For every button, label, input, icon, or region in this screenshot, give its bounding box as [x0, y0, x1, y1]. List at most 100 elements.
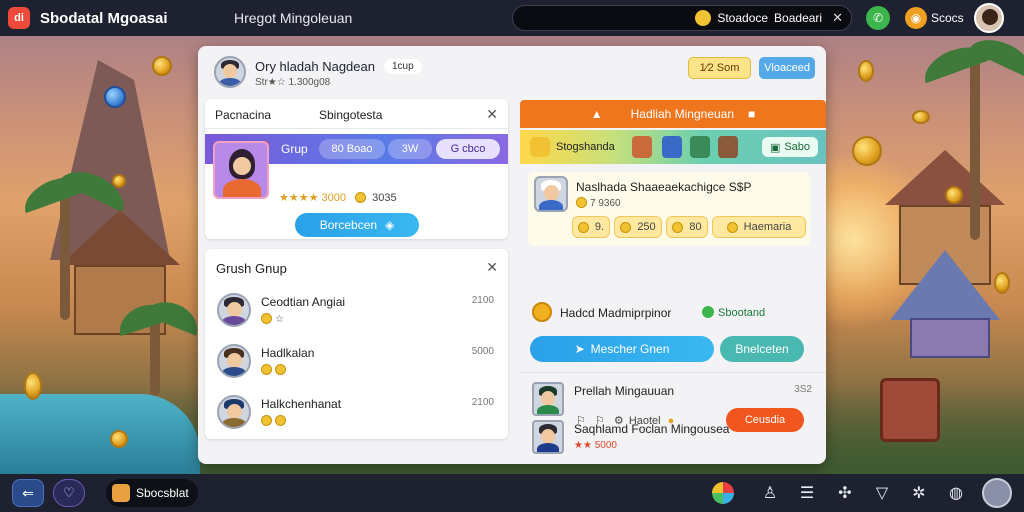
status-label: Haotel — [628, 415, 661, 427]
river — [0, 394, 200, 474]
member-avatar — [217, 395, 251, 429]
coin-icon — [532, 302, 552, 322]
filter-icon[interactable]: ▽ — [872, 483, 892, 503]
floating-coin — [110, 430, 128, 448]
tent — [890, 250, 1000, 360]
header-left: Pacnacina — [215, 108, 272, 122]
like-icon[interactable]: ⚐ — [576, 415, 586, 427]
join-group-button[interactable]: Borcebcen ◈ — [295, 213, 419, 237]
member-count: 2100 — [471, 295, 494, 306]
member-name: Halkchenhanat — [261, 397, 342, 411]
member-sub — [261, 364, 289, 376]
back-icon[interactable]: ⇐ — [12, 479, 44, 507]
list-item[interactable]: Hadlkalan 5000 — [205, 338, 508, 386]
profile-icon[interactable]: ♙ — [760, 483, 780, 503]
close-icon[interactable]: ✕ — [486, 259, 498, 276]
main-panel: Ory hladah Nagdean Str★☆ 1.300g08 1cup 1… — [198, 46, 826, 464]
list-item[interactable]: Ceodtian Angiai ☆ 2100 — [205, 287, 508, 335]
search-bar[interactable]: Stoadoce Boadeari ✕ — [512, 5, 852, 31]
player-chip[interactable]: Sbocsblat — [106, 479, 198, 507]
floating-coin — [852, 136, 882, 166]
player-card[interactable]: Naslhada Shaaeaekachigce S$P 7 9360 9. 2… — [528, 172, 810, 246]
color-wheel-icon[interactable] — [712, 482, 734, 504]
floating-coin — [112, 174, 126, 188]
friend-face-icon[interactable] — [718, 136, 738, 158]
floating-coin — [858, 60, 874, 82]
stat-badge[interactable]: 250 — [614, 216, 662, 238]
gift-icon[interactable]: ■ — [748, 107, 755, 121]
drop-icon: ● — [667, 415, 675, 427]
action-button-red[interactable]: Ceusdia — [726, 408, 804, 432]
friend-count: 3S2 — [794, 384, 812, 395]
member-sub — [261, 415, 289, 427]
member-count: 2100 — [471, 397, 494, 408]
group-image[interactable] — [213, 141, 269, 199]
members-title: Grush Gnup — [216, 261, 287, 276]
close-icon[interactable]: ✕ — [832, 10, 843, 26]
close-icon[interactable]: ✕ — [486, 106, 498, 123]
globe-icon[interactable]: ◍ — [946, 483, 966, 503]
top-bar: di Sbodatal Mgoasai Hregot Mingoleuan St… — [0, 0, 1024, 36]
heart-icon[interactable]: ♡ — [53, 479, 85, 507]
section-title: Hadliah Mingneuan — [630, 107, 735, 121]
blue-button[interactable]: Vloaceed — [759, 57, 815, 79]
group-pill-a[interactable]: 80 Boao — [319, 139, 385, 159]
group-pill-b[interactable]: 3W — [388, 139, 432, 159]
trophy-icon — [530, 137, 550, 157]
member-avatar — [217, 344, 251, 378]
friend-face-icon[interactable] — [632, 136, 652, 158]
member-count: 5000 — [471, 346, 494, 357]
puzzle-icon[interactable]: ✣ — [835, 483, 855, 503]
stat-badge[interactable]: 9. — [572, 216, 610, 238]
member-avatar — [217, 293, 251, 327]
list-item[interactable]: Halkchenhanat 2100 — [205, 389, 508, 437]
like-icon-2[interactable]: ⚐ — [595, 415, 605, 427]
right-column: ▲ Hadliah Mingneuan ■ Stogshanda ▣ Sabo N… — [520, 100, 826, 454]
user-avatar[interactable] — [974, 3, 1004, 33]
list-icon[interactable]: ☰ — [797, 483, 817, 503]
friend-face-icon[interactable] — [690, 136, 710, 158]
player-name: Naslhada Shaaeaekachigce S$P — [576, 180, 752, 194]
friend-face-icon[interactable] — [662, 136, 682, 158]
secondary-action-button[interactable]: Bnelceten — [720, 336, 804, 362]
strip-label: Stogshanda — [556, 141, 615, 153]
coin-icon — [355, 192, 367, 203]
stat-badge[interactable]: Haemaria — [712, 216, 806, 238]
primary-action-button[interactable]: ➤ Mescher Gnen — [530, 336, 714, 362]
profile-name: Ory hladah Nagdean — [255, 59, 375, 74]
friend-name: Prellah Mingauuan — [574, 384, 675, 398]
stars-value: 3035 — [372, 192, 397, 204]
phone-icon[interactable]: ✆ — [866, 6, 890, 30]
floating-coin — [152, 56, 172, 76]
page-title: Hregot Mingoleuan — [234, 10, 353, 26]
settings-icon[interactable]: ✲ — [909, 483, 929, 503]
profile-tag[interactable]: 1cup — [384, 59, 422, 74]
achievement-status: Sbootand — [702, 306, 765, 319]
profile-sub: Str★☆ 1.300g08 — [255, 77, 331, 88]
floating-coin — [994, 272, 1010, 294]
group-stars: ★★★★ 3000 3035 — [279, 191, 397, 204]
palm-tree-small — [113, 294, 205, 400]
section-header: ▲ Hadliah Mingneuan ■ — [520, 100, 826, 128]
floating-coin — [945, 186, 963, 204]
gem-icon: ◈ — [385, 218, 395, 232]
gold-label: Scocs — [931, 11, 964, 25]
stat-badge[interactable]: 80 — [666, 216, 708, 238]
panel-header: Ory hladah Nagdean Str★☆ 1.300g08 1cup 1… — [198, 46, 826, 98]
app-logo[interactable]: di — [8, 7, 30, 29]
palm-tree-right — [918, 30, 1024, 240]
strip-pill[interactable]: ▣ Sabo — [762, 137, 818, 157]
avatar[interactable] — [982, 478, 1012, 508]
yellow-button[interactable]: 1∕2 Som — [688, 57, 751, 79]
gear-icon[interactable]: ⚙ — [614, 415, 624, 427]
friend-avatar — [532, 382, 564, 416]
bottom-status: ⚐ ⚐ ⚙ Haotel ● — [576, 414, 674, 427]
members-card: Grush Gnup ✕ Ceodtian Angiai ☆ 2100 Hadl… — [205, 249, 508, 439]
gold-coin-icon[interactable]: ◉ — [905, 7, 927, 29]
currency-label: Boadeari — [774, 11, 823, 25]
group-card-header: Pacnacina Sbingotesta ✕ — [205, 99, 508, 129]
group-pill-c[interactable]: G cbco — [436, 139, 500, 159]
member-name: Ceodtian Angiai — [261, 295, 346, 309]
player-avatar — [534, 176, 568, 212]
profile-avatar[interactable] — [214, 56, 246, 88]
